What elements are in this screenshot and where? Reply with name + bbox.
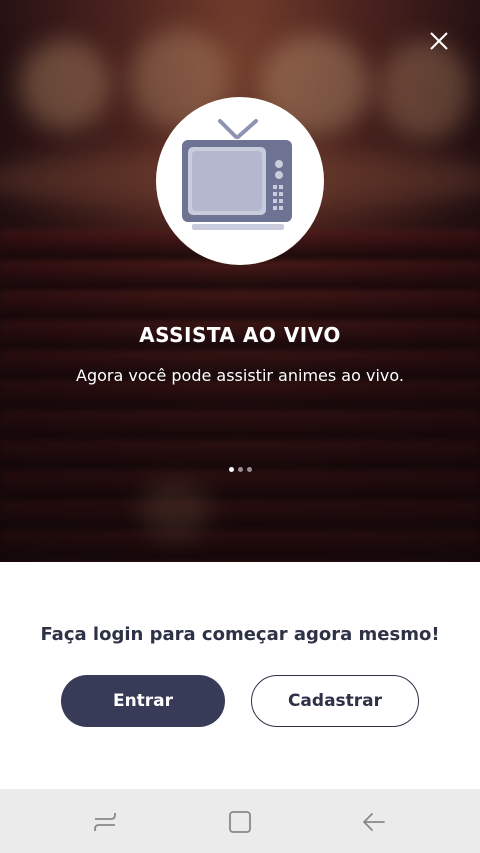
onboarding-title: ASSISTA AO VIVO [139,323,341,347]
home-button[interactable] [226,809,254,835]
system-navigation-bar [0,789,480,853]
home-icon [229,811,251,833]
back-icon [363,813,385,831]
login-button-label: Entrar [112,691,174,711]
onboarding-subtitle: Agora você pode assistir animes ao vivo. [76,366,404,385]
back-button[interactable] [360,809,388,835]
tv-illustration [156,97,324,265]
signup-button-label: Cadastrar [287,691,383,711]
page-indicator-dot[interactable] [238,467,243,472]
login-button[interactable]: Entrar [61,675,225,727]
close-button[interactable] [424,26,454,56]
page-indicator [229,467,252,472]
close-icon [430,32,448,50]
page-indicator-dot[interactable] [229,467,234,472]
login-prompt: Faça login para começar agora mesmo! [40,624,440,645]
recent-apps-button[interactable] [91,809,119,835]
hero-background [0,0,480,562]
recent-apps-icon [94,813,116,831]
page-indicator-dot[interactable] [247,467,252,472]
tv-icon [182,119,292,230]
signup-button[interactable]: Cadastrar [251,675,419,727]
